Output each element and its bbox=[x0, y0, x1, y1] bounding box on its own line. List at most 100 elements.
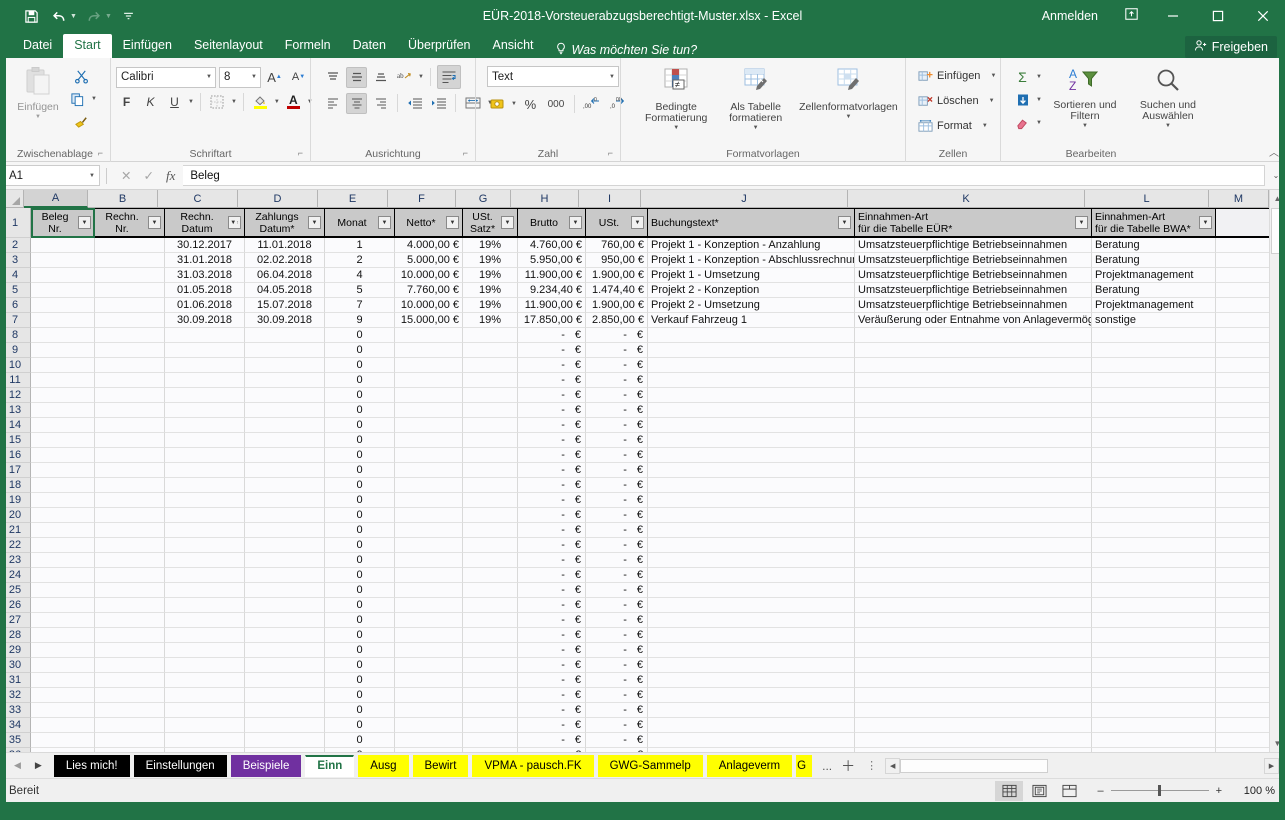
cell-A2[interactable] bbox=[31, 238, 95, 253]
cell-C16[interactable] bbox=[165, 448, 245, 463]
cell-B11[interactable] bbox=[95, 373, 165, 388]
cell-F17[interactable] bbox=[395, 463, 463, 478]
cell-I2[interactable]: 760,00 € bbox=[586, 238, 648, 253]
cell-D29[interactable] bbox=[245, 643, 325, 658]
cell-G32[interactable] bbox=[463, 688, 518, 703]
cell-C36[interactable] bbox=[165, 748, 245, 752]
cell-M4[interactable] bbox=[1216, 268, 1269, 283]
cell-F34[interactable] bbox=[395, 718, 463, 733]
table-row[interactable]: 0 -€ -€ bbox=[31, 433, 1269, 448]
cell-L36[interactable] bbox=[1092, 748, 1216, 752]
cell-I21[interactable]: - € bbox=[586, 523, 648, 538]
cell-A7[interactable] bbox=[31, 313, 95, 328]
cell-I19[interactable]: - € bbox=[586, 493, 648, 508]
formula-input[interactable]: Beleg bbox=[183, 165, 1265, 186]
cell-K28[interactable] bbox=[855, 628, 1092, 643]
cell-F28[interactable] bbox=[395, 628, 463, 643]
align-right-button[interactable] bbox=[370, 93, 391, 114]
cell-H4[interactable]: 11.900,00 € bbox=[518, 268, 586, 283]
cell-A9[interactable] bbox=[31, 343, 95, 358]
delete-cells-button[interactable]: Löschen ▼ bbox=[915, 89, 998, 113]
cell-D36[interactable] bbox=[245, 748, 325, 752]
cell-L10[interactable] bbox=[1092, 358, 1216, 373]
cell-A8[interactable] bbox=[31, 328, 95, 343]
table-row[interactable]: 0 -€ -€ bbox=[31, 508, 1269, 523]
cell-E31[interactable]: 0 bbox=[325, 673, 395, 688]
orientation-button[interactable]: ab bbox=[394, 67, 415, 88]
cell-K12[interactable] bbox=[855, 388, 1092, 403]
cell-H25[interactable]: - € bbox=[518, 583, 586, 598]
cell-B26[interactable] bbox=[95, 598, 165, 613]
font-color-button[interactable]: A bbox=[283, 92, 304, 113]
cell-C12[interactable] bbox=[165, 388, 245, 403]
cell-L9[interactable] bbox=[1092, 343, 1216, 358]
cell-J34[interactable] bbox=[648, 718, 855, 733]
cell-D6[interactable]: 15.07.2018 bbox=[245, 298, 325, 313]
cell-A36[interactable] bbox=[31, 748, 95, 752]
filter-dropdown-icon[interactable]: ▼ bbox=[308, 216, 321, 229]
accounting-format-button[interactable] bbox=[487, 94, 508, 115]
cell-M12[interactable] bbox=[1216, 388, 1269, 403]
cell-L13[interactable] bbox=[1092, 403, 1216, 418]
cell-A17[interactable] bbox=[31, 463, 95, 478]
cell-D32[interactable] bbox=[245, 688, 325, 703]
cell-G9[interactable] bbox=[463, 343, 518, 358]
cell-A23[interactable] bbox=[31, 553, 95, 568]
cell-H32[interactable]: - € bbox=[518, 688, 586, 703]
table-row[interactable]: 0 -€ -€ bbox=[31, 598, 1269, 613]
cell-E28[interactable]: 0 bbox=[325, 628, 395, 643]
cell-H21[interactable]: - € bbox=[518, 523, 586, 538]
cell-J19[interactable] bbox=[648, 493, 855, 508]
cell-F4[interactable]: 10.000,00 € bbox=[395, 268, 463, 283]
cell-E35[interactable]: 0 bbox=[325, 733, 395, 748]
cell-D15[interactable] bbox=[245, 433, 325, 448]
page-layout-view-icon[interactable] bbox=[1025, 781, 1053, 801]
ribbon-tab-ueberpruefen[interactable]: Überprüfen bbox=[397, 34, 482, 58]
cell-L18[interactable] bbox=[1092, 478, 1216, 493]
cell-B34[interactable] bbox=[95, 718, 165, 733]
table-header-cell-C[interactable]: Rechn. Datum ▼ ↑ bbox=[165, 208, 245, 238]
sheet-tab-einstellungen[interactable]: Einstellungen bbox=[133, 754, 227, 777]
filter-sorted-icon[interactable]: ▼ ↑ bbox=[228, 216, 241, 229]
cell-G31[interactable] bbox=[463, 673, 518, 688]
cell-L24[interactable] bbox=[1092, 568, 1216, 583]
cell-H18[interactable]: - € bbox=[518, 478, 586, 493]
cell-C19[interactable] bbox=[165, 493, 245, 508]
cell-G17[interactable] bbox=[463, 463, 518, 478]
column-header-D[interactable]: D bbox=[238, 190, 318, 208]
column-header-K[interactable]: K bbox=[848, 190, 1085, 208]
cell-A5[interactable] bbox=[31, 283, 95, 298]
cell-H27[interactable]: - € bbox=[518, 613, 586, 628]
cell-B5[interactable] bbox=[95, 283, 165, 298]
zoom-level-label[interactable]: 100 % bbox=[1229, 785, 1275, 797]
cell-C32[interactable] bbox=[165, 688, 245, 703]
conditional-caret-icon[interactable]: ▼ bbox=[673, 125, 679, 131]
cell-J7[interactable]: Verkauf Fahrzeug 1 bbox=[648, 313, 855, 328]
cell-B36[interactable] bbox=[95, 748, 165, 752]
cell-H22[interactable]: - € bbox=[518, 538, 586, 553]
cell-L19[interactable] bbox=[1092, 493, 1216, 508]
cell-K4[interactable]: Umsatzsteuerpflichtige Betriebseinnahmen bbox=[855, 268, 1092, 283]
cell-F35[interactable] bbox=[395, 733, 463, 748]
number-format-combo[interactable]: Text ▼ bbox=[487, 66, 619, 87]
cell-I31[interactable]: - € bbox=[586, 673, 648, 688]
cell-H7[interactable]: 17.850,00 € bbox=[518, 313, 586, 328]
cell-L28[interactable] bbox=[1092, 628, 1216, 643]
cell-B13[interactable] bbox=[95, 403, 165, 418]
cell-F18[interactable] bbox=[395, 478, 463, 493]
cell-J20[interactable] bbox=[648, 508, 855, 523]
cell-G23[interactable] bbox=[463, 553, 518, 568]
collapse-ribbon-icon[interactable]: ︿ bbox=[1269, 144, 1279, 159]
table-header-cell-I[interactable]: USt. ▼ bbox=[586, 208, 648, 238]
cell-M28[interactable] bbox=[1216, 628, 1269, 643]
zoom-slider-knob[interactable] bbox=[1157, 785, 1161, 796]
cell-G34[interactable] bbox=[463, 718, 518, 733]
sheet-tab-ausg[interactable]: Ausg bbox=[358, 754, 409, 777]
cell-F9[interactable] bbox=[395, 343, 463, 358]
cell-F20[interactable] bbox=[395, 508, 463, 523]
cell-L11[interactable] bbox=[1092, 373, 1216, 388]
cell-A12[interactable] bbox=[31, 388, 95, 403]
cell-J26[interactable] bbox=[648, 598, 855, 613]
cell-M17[interactable] bbox=[1216, 463, 1269, 478]
cell-C35[interactable] bbox=[165, 733, 245, 748]
